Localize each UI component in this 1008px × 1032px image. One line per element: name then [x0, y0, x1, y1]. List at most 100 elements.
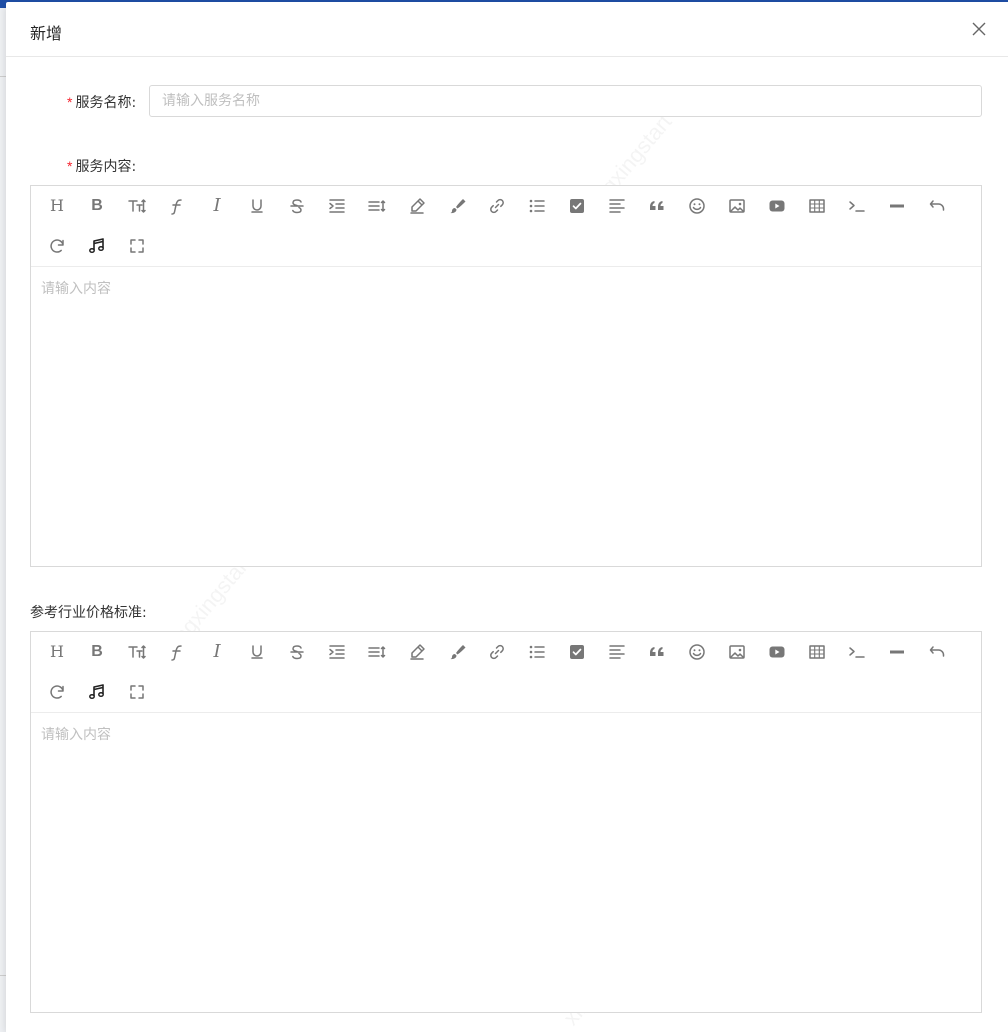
link-button[interactable] — [485, 194, 509, 218]
fullscreen-button[interactable] — [125, 234, 149, 258]
font-family-button[interactable] — [165, 640, 189, 664]
emoji-button[interactable] — [685, 194, 709, 218]
divider-icon — [888, 197, 906, 215]
font-color-icon — [408, 197, 426, 215]
image-icon — [728, 643, 746, 661]
audio-button[interactable] — [85, 234, 109, 258]
close-icon — [972, 22, 986, 36]
bullet-list-button[interactable] — [525, 194, 549, 218]
editor-toolbar: HBI — [31, 632, 981, 713]
font-size-button[interactable] — [125, 640, 149, 664]
table-icon — [808, 197, 826, 215]
heading-button[interactable]: H — [45, 640, 69, 664]
line-height-icon — [368, 197, 386, 215]
font-size-icon — [128, 643, 146, 661]
link-button[interactable] — [485, 640, 509, 664]
background-color-button[interactable] — [445, 640, 469, 664]
redo-icon — [48, 683, 66, 701]
service-content-editor-body[interactable]: 请输入内容 — [31, 267, 981, 566]
bold-icon: B — [91, 197, 103, 214]
image-button[interactable] — [725, 640, 749, 664]
redo-button[interactable] — [45, 680, 69, 704]
font-family-icon — [168, 197, 186, 215]
table-button[interactable] — [805, 640, 829, 664]
table-button[interactable] — [805, 194, 829, 218]
line-height-button[interactable] — [365, 194, 389, 218]
quote-button[interactable] — [645, 640, 669, 664]
font-family-button[interactable] — [165, 194, 189, 218]
font-family-icon — [168, 643, 186, 661]
divider-icon — [888, 643, 906, 661]
video-button[interactable] — [765, 194, 789, 218]
price-standard-editor: H B I 请输入内容 — [30, 631, 982, 1013]
bold-button[interactable]: B — [85, 640, 109, 664]
service-content-label-text: 服务内容: — [75, 159, 137, 175]
background-color-icon — [448, 643, 466, 661]
service-name-input[interactable] — [149, 85, 982, 117]
code-button[interactable] — [845, 640, 869, 664]
strikethrough-button[interactable] — [285, 194, 309, 218]
todo-icon — [568, 643, 586, 661]
divider-button[interactable] — [885, 194, 909, 218]
bullet-list-button[interactable] — [525, 640, 549, 664]
underline-icon — [248, 197, 266, 215]
background-color-button[interactable] — [445, 194, 469, 218]
video-button[interactable] — [765, 640, 789, 664]
font-size-icon — [128, 197, 146, 215]
underline-button[interactable] — [245, 194, 269, 218]
service-content-editor: H B I 请输入内容 — [30, 185, 982, 567]
strikethrough-button[interactable] — [285, 640, 309, 664]
fullscreen-icon — [128, 683, 146, 701]
font-color-button[interactable] — [405, 194, 429, 218]
divider-button[interactable] — [885, 640, 909, 664]
price-standard-label: 参考行业价格标准: — [30, 605, 147, 621]
italic-button[interactable]: I — [205, 194, 229, 218]
undo-button[interactable] — [925, 194, 949, 218]
editor-toolbar: HBI — [31, 186, 981, 267]
editor-placeholder: 请输入内容 — [41, 727, 111, 743]
redo-button[interactable] — [45, 234, 69, 258]
code-button[interactable] — [845, 194, 869, 218]
undo-icon — [928, 643, 946, 661]
align-button[interactable] — [605, 640, 629, 664]
editor-placeholder: 请输入内容 — [41, 281, 111, 297]
indent-button[interactable] — [325, 640, 349, 664]
emoji-button[interactable] — [685, 640, 709, 664]
fullscreen-button[interactable] — [125, 680, 149, 704]
quote-icon — [648, 643, 666, 661]
quote-icon — [648, 197, 666, 215]
italic-button[interactable]: I — [205, 640, 229, 664]
underline-button[interactable] — [245, 640, 269, 664]
todo-button[interactable] — [565, 194, 589, 218]
required-mark: * — [67, 158, 73, 174]
font-color-icon — [408, 643, 426, 661]
heading-button[interactable]: H — [45, 194, 69, 218]
table-icon — [808, 643, 826, 661]
code-icon — [848, 197, 866, 215]
redo-icon — [48, 237, 66, 255]
close-button[interactable] — [970, 20, 988, 38]
italic-icon: I — [213, 195, 221, 216]
line-height-icon — [368, 643, 386, 661]
line-height-button[interactable] — [365, 640, 389, 664]
quote-button[interactable] — [645, 194, 669, 218]
indent-button[interactable] — [325, 194, 349, 218]
undo-icon — [928, 197, 946, 215]
indent-icon — [328, 197, 346, 215]
undo-button[interactable] — [925, 640, 949, 664]
todo-icon — [568, 197, 586, 215]
image-button[interactable] — [725, 194, 749, 218]
font-color-button[interactable] — [405, 640, 429, 664]
font-size-button[interactable] — [125, 194, 149, 218]
todo-button[interactable] — [565, 640, 589, 664]
align-icon — [608, 643, 626, 661]
bold-button[interactable]: B — [85, 194, 109, 218]
price-standard-editor-body[interactable]: 请输入内容 — [31, 713, 981, 1012]
audio-button[interactable] — [85, 680, 109, 704]
bold-icon: B — [91, 643, 103, 660]
service-name-label: * 服务名称: — [67, 92, 136, 112]
link-icon — [488, 643, 506, 661]
background-color-icon — [448, 197, 466, 215]
align-button[interactable] — [605, 194, 629, 218]
video-icon — [768, 643, 786, 661]
